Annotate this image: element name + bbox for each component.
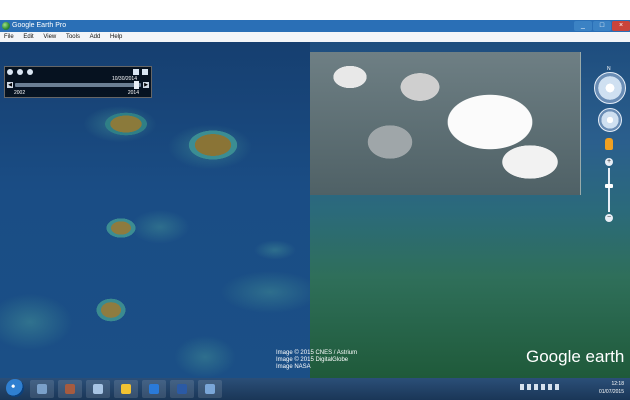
- menu-add[interactable]: Add: [90, 34, 101, 40]
- zoom-slider-track[interactable]: [608, 168, 610, 212]
- zoom-in-button[interactable]: +: [605, 158, 613, 166]
- taskbar-button-word[interactable]: [170, 380, 194, 398]
- menu-help[interactable]: Help: [110, 34, 122, 40]
- time-slider-end-year: 2014: [127, 90, 139, 96]
- taskbar-button-explorer[interactable]: [114, 380, 138, 398]
- windows-taskbar: 12:18 01/07/2015: [0, 378, 630, 400]
- wrench-icon[interactable]: [133, 69, 139, 75]
- look-joystick-icon[interactable]: [594, 72, 626, 104]
- network-icon: [93, 384, 103, 394]
- tray-icon-6[interactable]: [555, 384, 559, 390]
- word-icon: [177, 384, 187, 394]
- start-button-icon[interactable]: [6, 379, 24, 397]
- clock-time: 12:18: [611, 381, 624, 387]
- previous-date-button[interactable]: ◀: [7, 82, 13, 88]
- taskbar-button-3[interactable]: [86, 380, 110, 398]
- google-earth-window: Google Earth Pro _ □ × File Edit View To…: [0, 20, 630, 378]
- menu-edit[interactable]: Edit: [23, 34, 33, 40]
- tray-icon-2[interactable]: [527, 384, 531, 390]
- tray-icon-4[interactable]: [541, 384, 545, 390]
- taskbar-button-1[interactable]: [30, 380, 54, 398]
- close-icon[interactable]: [142, 69, 148, 75]
- time-slider-toolbar: [7, 69, 33, 75]
- window-controls: _ □ ×: [573, 20, 630, 32]
- zoom-out-time-icon[interactable]: [17, 69, 23, 75]
- minimize-button[interactable]: _: [574, 21, 592, 31]
- navigation-controls: N + −: [592, 66, 626, 226]
- cloud-cover-tile: [310, 52, 581, 195]
- tray-icon-1[interactable]: [520, 384, 524, 390]
- time-slider-track[interactable]: [15, 83, 141, 87]
- close-button[interactable]: ×: [612, 21, 630, 31]
- map-viewport[interactable]: 10/30/2014 ◀ ▶ 2002 2014 N + − Image © 2…: [0, 42, 630, 378]
- zoom-in-time-icon[interactable]: [27, 69, 33, 75]
- next-date-button[interactable]: ▶: [143, 82, 149, 88]
- system-tray-icons: [520, 384, 559, 390]
- move-joystick-icon[interactable]: [598, 108, 622, 132]
- google-earth-app-icon: [2, 22, 10, 30]
- maximize-button[interactable]: □: [593, 21, 611, 31]
- clock-icon[interactable]: [7, 69, 13, 75]
- time-slider-start-year: 2002: [14, 90, 26, 96]
- street-view-pegman-icon[interactable]: [605, 138, 613, 150]
- zoom-slider-thumb[interactable]: [605, 184, 613, 188]
- taskbar-button-2[interactable]: [58, 380, 82, 398]
- clock-date: 01/07/2015: [598, 389, 624, 395]
- historical-imagery-slider[interactable]: 10/30/2014 ◀ ▶ 2002 2014: [4, 66, 152, 98]
- taskbar-button-ie[interactable]: [142, 380, 166, 398]
- menu-tools[interactable]: Tools: [66, 34, 80, 40]
- zoom-out-button[interactable]: −: [605, 214, 613, 222]
- tray-icon-5[interactable]: [548, 384, 552, 390]
- google-earth-icon: [205, 384, 215, 394]
- attribution-line-2: Image © 2015 DigitalGlobe: [276, 357, 349, 363]
- time-slider-thumb[interactable]: [134, 81, 139, 89]
- attribution-line-1: Image © 2015 CNES / Astrium: [276, 350, 358, 356]
- system-clock[interactable]: 12:18 01/07/2015: [599, 380, 624, 396]
- attribution-line-3: Image NASA: [276, 364, 311, 370]
- taskbar-button-google-earth[interactable]: [198, 380, 222, 398]
- imagery-attribution: Image © 2015 CNES / Astrium Image © 2015…: [276, 350, 357, 371]
- browser-icon: [37, 384, 47, 394]
- google-earth-logo: Google earth: [526, 347, 625, 366]
- window-title: Google Earth Pro: [12, 22, 67, 29]
- menu-view[interactable]: View: [43, 34, 56, 40]
- tray-icon-3[interactable]: [534, 384, 538, 390]
- time-slider-options: [133, 69, 148, 75]
- menu-file[interactable]: File: [4, 34, 14, 40]
- media-icon: [65, 384, 75, 394]
- title-bar: Google Earth Pro _ □ ×: [0, 20, 630, 32]
- internet-explorer-icon: [149, 384, 159, 394]
- windows-explorer-icon: [121, 384, 131, 394]
